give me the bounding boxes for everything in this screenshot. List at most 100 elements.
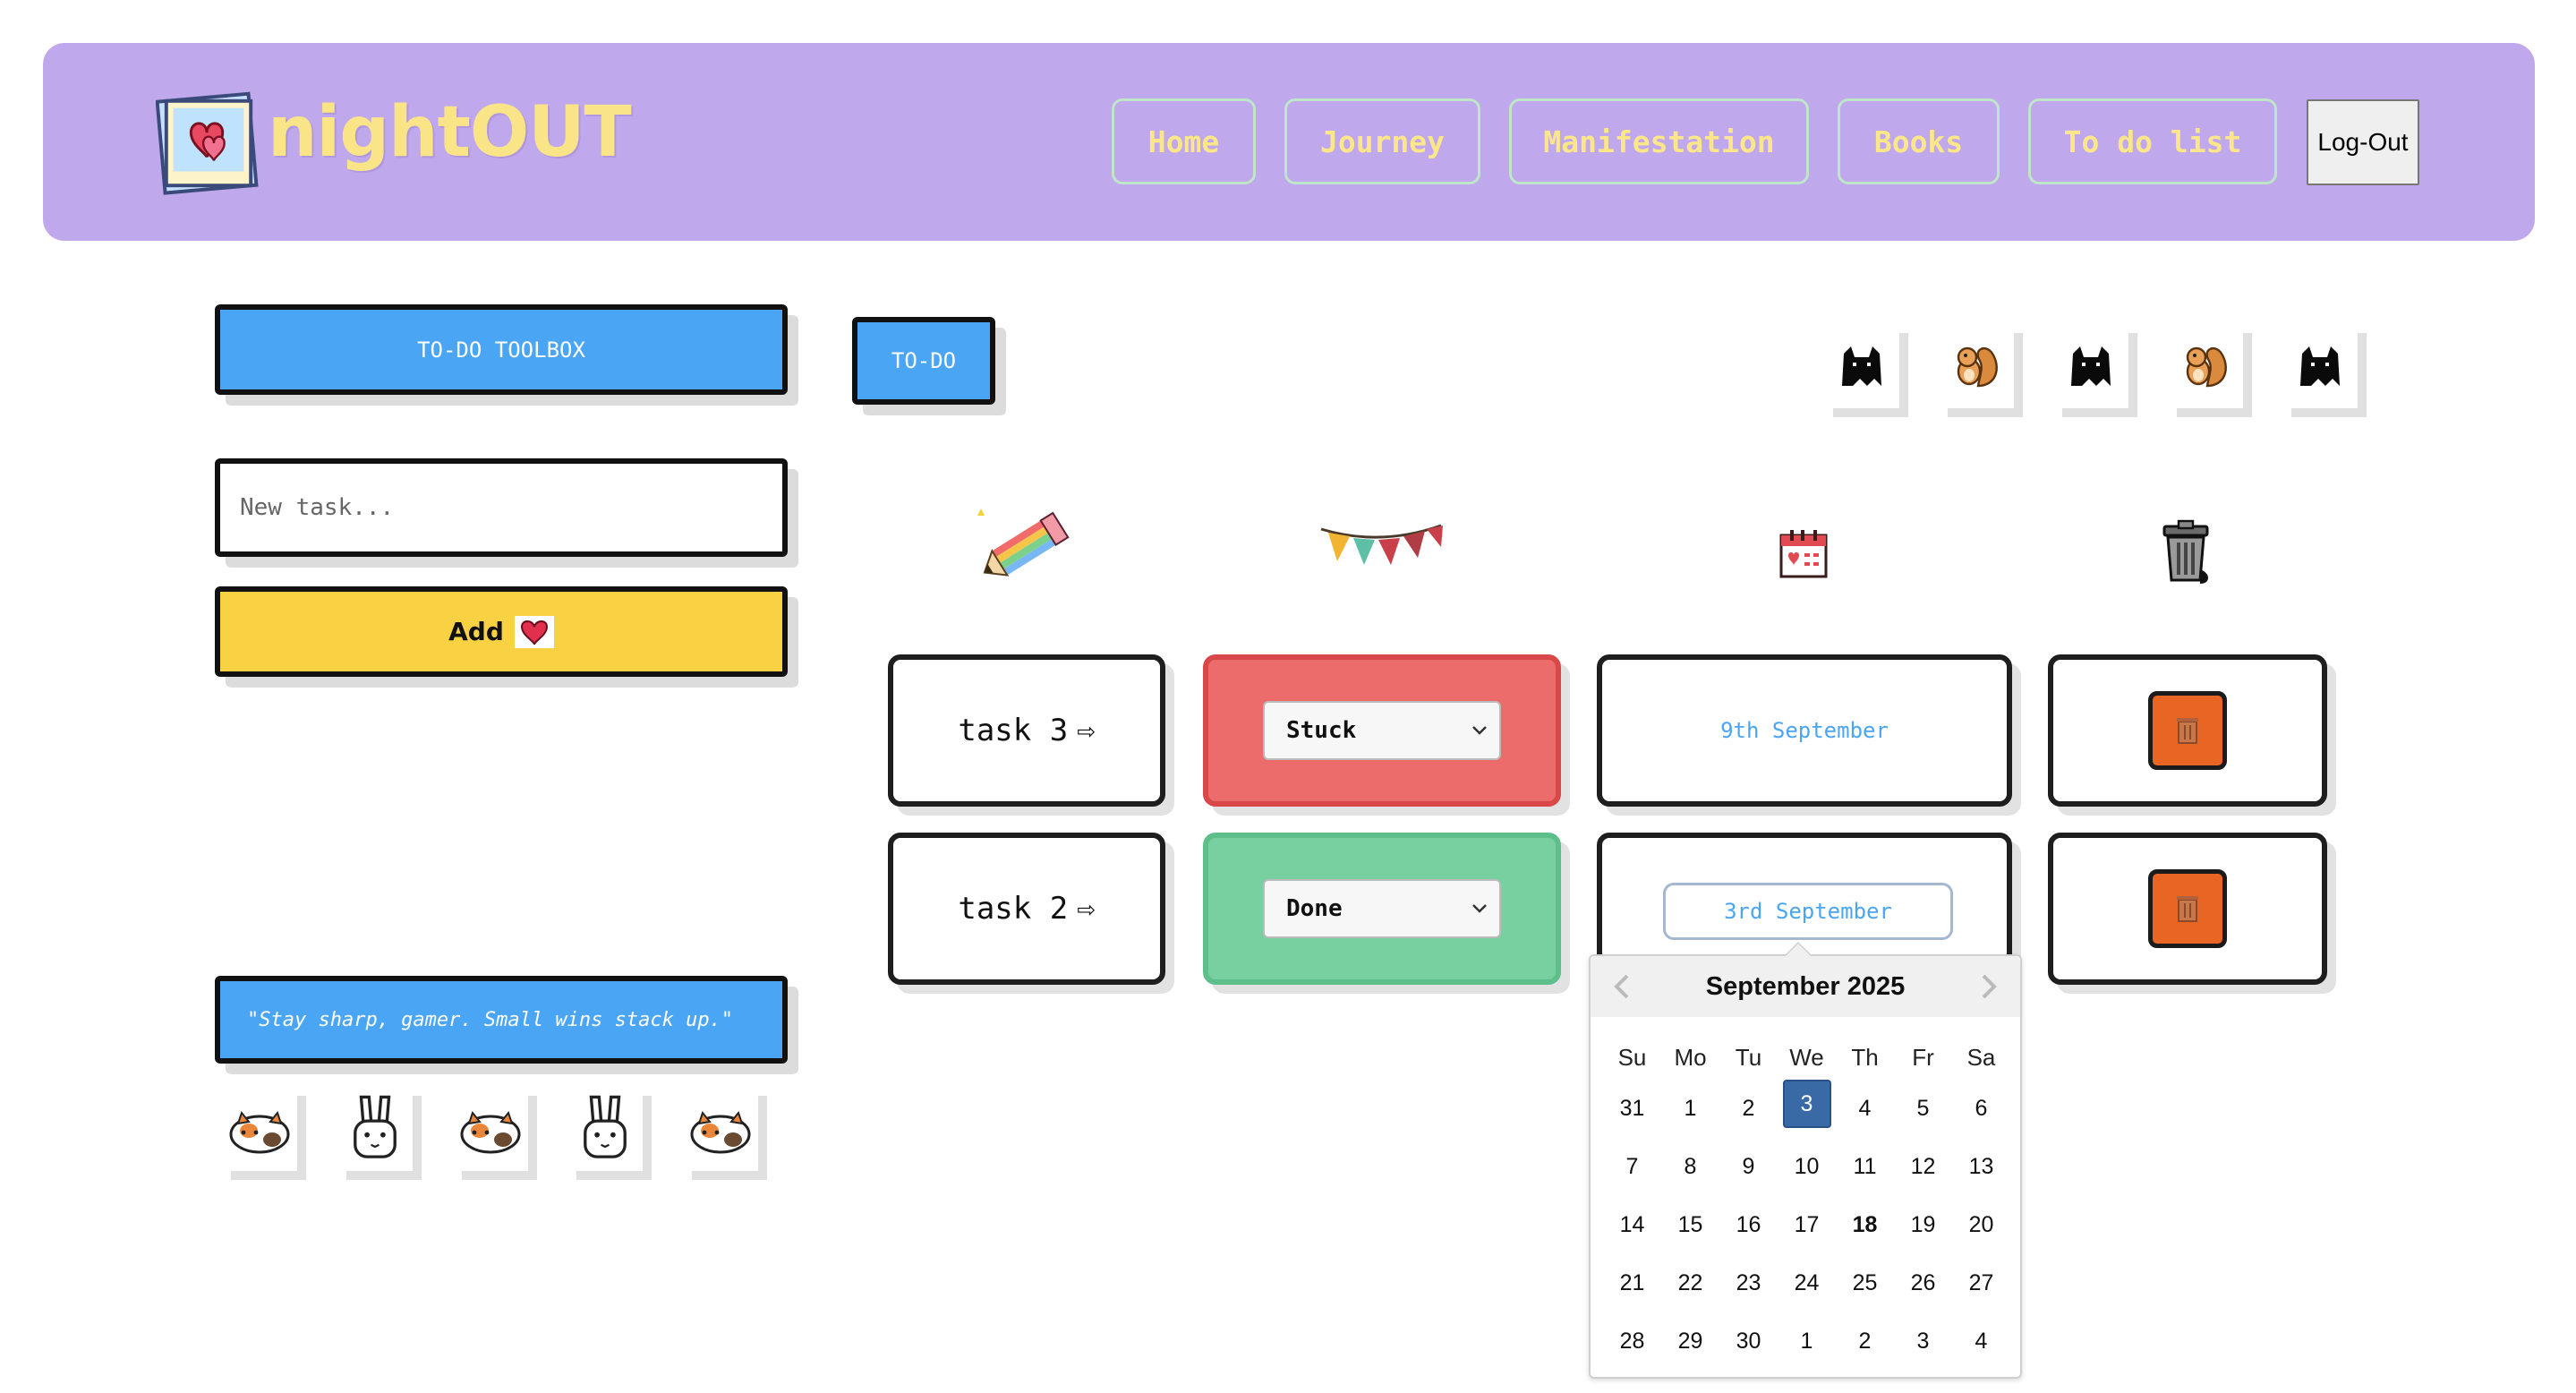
calendar-day[interactable]: 25 [1836, 1254, 1894, 1312]
calendar-day[interactable]: 2 [1719, 1080, 1778, 1138]
task-row-1-status-cell: Stuck [1203, 654, 1561, 807]
calendar-day[interactable]: 11 [1836, 1138, 1894, 1196]
calendar-day[interactable]: 21 [1603, 1254, 1661, 1312]
calendar-day[interactable]: 2 [1836, 1312, 1894, 1371]
calendar-day[interactable]: 12 [1894, 1138, 1952, 1196]
calendar-day[interactable]: 29 [1661, 1312, 1719, 1371]
weekday-header-row: Su Mo Tu We Th Fr Sa [1603, 1035, 2010, 1080]
calendar-day[interactable]: 13 [1952, 1138, 2010, 1196]
status-value: Stuck [1286, 717, 1357, 744]
heart-icon [514, 615, 554, 648]
due-date-input[interactable]: 3rd September [1663, 883, 1953, 940]
delete-task-button[interactable] [2148, 869, 2227, 948]
status-select[interactable]: Done [1263, 879, 1501, 938]
calico-cat-icon[interactable] [453, 1087, 528, 1171]
calendar-day[interactable]: 4 [1836, 1080, 1894, 1138]
black-cat-icon[interactable] [2053, 324, 2128, 408]
status-value: Done [1286, 895, 1343, 922]
arrow-right-icon: ⇨ [1077, 891, 1096, 927]
app-logo-text[interactable]: nightOUT [268, 92, 632, 173]
top-header: nightOUT Home Journey Manifestation Book… [43, 43, 2535, 241]
calendar-day[interactable]: 23 [1719, 1254, 1778, 1312]
squirrel-icon[interactable] [1939, 324, 2014, 408]
squirrel-icon[interactable] [2168, 324, 2243, 408]
bunny-icon[interactable] [567, 1087, 643, 1171]
popup-pointer [1784, 942, 1813, 956]
nav-home-button[interactable]: Home [1112, 98, 1256, 184]
status-select[interactable]: Stuck [1263, 701, 1501, 760]
calendar-day[interactable]: 8 [1661, 1138, 1719, 1196]
calendar-day[interactable]: 16 [1719, 1196, 1778, 1254]
task-name[interactable]: task 3 [958, 713, 1068, 748]
calendar-week-row: 14 15 16 17 18 19 20 [1603, 1196, 2010, 1254]
motivational-quote: "Stay sharp, gamer. Small wins stack up.… [215, 976, 788, 1064]
toolbox-title: TO-DO TOOLBOX [215, 304, 788, 395]
calendar-day[interactable]: 27 [1952, 1254, 2010, 1312]
next-month-icon[interactable] [1970, 969, 2006, 1004]
calendar-day[interactable]: 4 [1952, 1312, 2010, 1371]
black-cat-icon[interactable] [2282, 324, 2358, 408]
tab-todo[interactable]: TO-DO [852, 317, 995, 405]
calendar-day[interactable]: 22 [1661, 1254, 1719, 1312]
calendar-day[interactable]: 26 [1894, 1254, 1952, 1312]
calendar-icon [1779, 530, 1828, 578]
delete-task-button[interactable] [2148, 691, 2227, 770]
calendar-day[interactable]: 3 [1782, 1080, 1831, 1128]
add-task-button[interactable]: Add [215, 586, 788, 677]
weekday-label: Mo [1674, 1043, 1707, 1071]
calendar-week-row: 31 1 2 3 4 5 6 [1603, 1080, 2010, 1138]
task-name[interactable]: task 2 [958, 891, 1068, 927]
calico-cat-icon[interactable] [222, 1087, 297, 1171]
calendar-day[interactable]: 7 [1603, 1138, 1661, 1196]
weekday-label: Sa [1966, 1043, 1996, 1071]
black-cat-icon[interactable] [1824, 324, 1899, 408]
nav-manifestation-button[interactable]: Manifestation [1509, 98, 1809, 184]
calendar-week-row: 28 29 30 1 2 3 4 [1603, 1312, 2010, 1371]
new-task-input[interactable] [215, 458, 788, 557]
calendar-day[interactable]: 10 [1778, 1138, 1836, 1196]
calendar-day[interactable]: 6 [1952, 1080, 2010, 1138]
calendar-day[interactable]: 18 [1836, 1196, 1894, 1254]
calendar-day[interactable]: 17 [1778, 1196, 1836, 1254]
calendar-day[interactable]: 1 [1661, 1080, 1719, 1138]
calendar-day[interactable]: 28 [1603, 1312, 1661, 1371]
nav-journey-button[interactable]: Journey [1284, 98, 1480, 184]
calendar-day[interactable]: 3 [1894, 1312, 1952, 1371]
calendar-day[interactable]: 1 [1778, 1312, 1836, 1371]
arrow-right-icon: ⇨ [1077, 713, 1096, 748]
trash-can-icon [2162, 519, 2209, 584]
nav-todo-list-button[interactable]: To do list [2028, 98, 2277, 184]
weekday-label: Th [1851, 1043, 1879, 1071]
task-row-2-status-cell: Done [1203, 833, 1561, 985]
calendar-day[interactable]: 30 [1719, 1312, 1778, 1371]
current-month-label: September 2025 [1705, 972, 1906, 1001]
bunting-icon [1320, 524, 1443, 565]
nav-books-button[interactable]: Books [1838, 98, 2000, 184]
task-row-2-delete-cell [2048, 833, 2327, 985]
trash-icon [2177, 718, 2198, 744]
task-row-1-delete-cell [2048, 654, 2327, 807]
task-row-1-date-cell: 9th September [1597, 654, 2012, 807]
weekday-label: Fr [1912, 1043, 1934, 1071]
pencil-icon [977, 508, 1070, 577]
calico-cat-icon[interactable] [683, 1087, 758, 1171]
task-row-1-name-cell: task 3 ⇨ [888, 654, 1165, 807]
calendar-day[interactable]: 31 [1603, 1080, 1661, 1138]
weekday-label: We [1789, 1043, 1824, 1071]
calendar-week-row: 7 8 9 10 11 12 13 [1603, 1138, 2010, 1196]
chevron-down-icon [1472, 904, 1487, 913]
due-date[interactable]: 9th September [1602, 660, 2007, 801]
weekday-label: Su [1617, 1043, 1647, 1071]
date-picker-popup: September 2025 Su Mo Tu We Th Fr Sa 31 1 2… [1589, 942, 2022, 1379]
calendar-day[interactable]: 5 [1894, 1080, 1952, 1138]
calendar-day[interactable]: 14 [1603, 1196, 1661, 1254]
chevron-down-icon [1472, 726, 1487, 735]
calendar-day[interactable]: 20 [1952, 1196, 2010, 1254]
calendar-day[interactable]: 24 [1778, 1254, 1836, 1312]
logout-button[interactable]: Log-Out [2307, 99, 2419, 185]
calendar-day[interactable]: 9 [1719, 1138, 1778, 1196]
heart-photo-logo-icon [156, 91, 259, 195]
calendar-day[interactable]: 19 [1894, 1196, 1952, 1254]
calendar-day[interactable]: 15 [1661, 1196, 1719, 1254]
bunny-icon[interactable] [337, 1087, 413, 1171]
